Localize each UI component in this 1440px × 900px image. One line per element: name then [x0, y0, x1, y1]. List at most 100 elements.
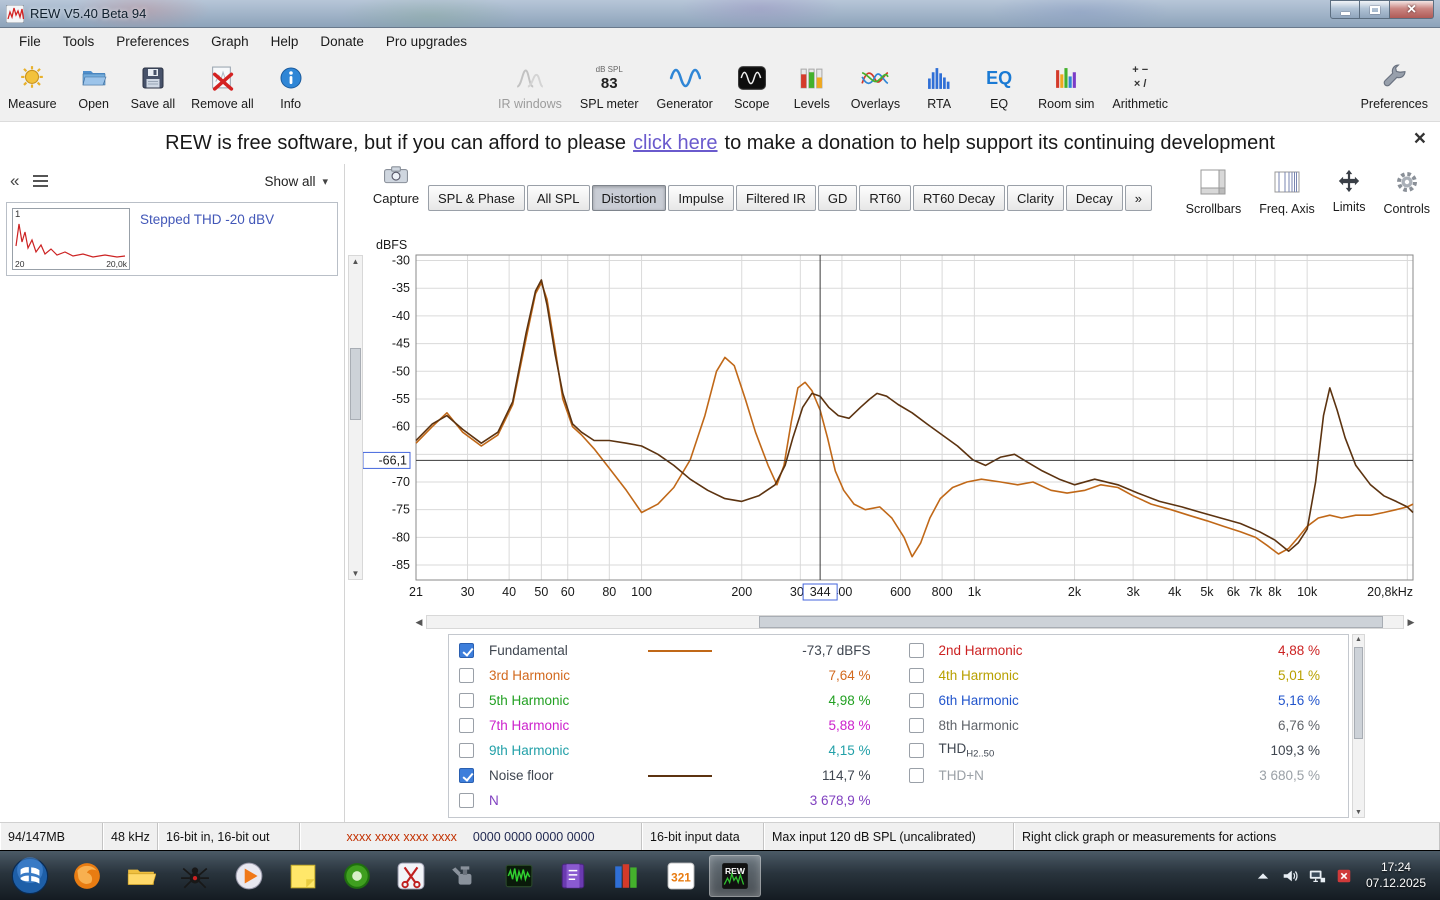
- y-scroll-thumb[interactable]: [350, 348, 361, 420]
- tab-rt60-decay[interactable]: RT60 Decay: [912, 185, 1005, 211]
- legend-7th-harmonic-checkbox[interactable]: [459, 718, 474, 733]
- tab-impulse[interactable]: Impulse: [668, 185, 734, 211]
- distortion-chart[interactable]: -30 -35 -40 -45 -50 -55 -60 -70 -75 -80 -85 21 30 40 5…: [360, 237, 1420, 609]
- legend-6th-harmonic-checkbox[interactable]: [908, 693, 924, 708]
- show-all-dropdown[interactable]: Show all ▾: [264, 174, 328, 189]
- toolbar-generator-button[interactable]: Generator: [657, 62, 713, 111]
- taskbar-sticky-notes-button[interactable]: [277, 855, 329, 897]
- legend-n-checkbox[interactable]: [459, 793, 474, 808]
- toolbar-overlays-button[interactable]: Overlays: [851, 62, 900, 111]
- svg-text:-85: -85: [392, 558, 410, 572]
- legend-3rd-harmonic-checkbox[interactable]: [459, 668, 474, 683]
- x-scroll-thumb[interactable]: [758, 616, 1384, 628]
- close-button[interactable]: ×: [1390, 0, 1434, 19]
- measurement-item[interactable]: 1 20 20,0k Stepped THD -20 dBV: [6, 202, 338, 276]
- volume-icon[interactable]: [1281, 867, 1299, 885]
- toolbar-levels-button[interactable]: Levels: [791, 62, 833, 111]
- tab-gd[interactable]: GD: [817, 185, 858, 211]
- toolbar-rta-button[interactable]: RTA: [918, 62, 960, 111]
- hamburger-menu-icon[interactable]: [33, 175, 49, 187]
- scroll-up-icon[interactable]: ▲: [349, 257, 362, 266]
- toolbar-freq-axis-button[interactable]: Freq. Axis: [1259, 169, 1315, 216]
- capture-button[interactable]: Capture: [366, 166, 426, 206]
- tab-distortion[interactable]: Distortion: [591, 185, 667, 211]
- toolbar-eq-button[interactable]: EQ EQ: [978, 62, 1020, 112]
- menu-preferences[interactable]: Preferences: [105, 28, 200, 56]
- tab-decay[interactable]: Decay: [1065, 185, 1123, 211]
- taskbar-spider-button[interactable]: [169, 855, 221, 897]
- legend-thd-n-checkbox[interactable]: [908, 768, 924, 783]
- menu-pro-upgrades[interactable]: Pro upgrades: [375, 28, 478, 56]
- scroll-down-icon[interactable]: ▼: [349, 569, 362, 578]
- taskbar-rew-button[interactable]: REW: [709, 854, 761, 897]
- legend-8th-harmonic-checkbox[interactable]: [908, 718, 924, 733]
- taskbar-clock[interactable]: 17:24 07.12.2025: [1366, 860, 1426, 891]
- taskbar-media-player-button[interactable]: [223, 855, 275, 897]
- tab-clarity[interactable]: Clarity: [1007, 185, 1064, 211]
- toolbar-limits-button[interactable]: Limits: [1333, 169, 1365, 216]
- taskbar-explorer-button[interactable]: [115, 855, 167, 897]
- toolbar-remove-all-button[interactable]: Remove all: [191, 62, 254, 111]
- x-axis-scrollbar[interactable]: ◀ ▶: [412, 614, 1418, 630]
- toolbar-arithmetic-button[interactable]: + − × / Arithmetic: [1112, 62, 1168, 111]
- legend-scroll-thumb[interactable]: [1354, 647, 1363, 739]
- hidden-icons-icon[interactable]: [1254, 867, 1272, 885]
- start-button[interactable]: [10, 856, 50, 896]
- tab-all-spl[interactable]: All SPL: [526, 185, 590, 211]
- y-axis-scrollbar[interactable]: ▲ ▼: [348, 255, 363, 580]
- svg-text:60: 60: [561, 585, 575, 599]
- alert-icon[interactable]: [1335, 867, 1353, 885]
- legend-scrollbar[interactable]: ▲ ▼: [1352, 634, 1365, 818]
- toolbar-spl-meter-button[interactable]: dB SPL 83 SPL meter: [580, 62, 639, 111]
- legend-8th-harmonic-value: 6,76 %: [1277, 718, 1320, 733]
- toolbar-scope-button[interactable]: Scope: [731, 62, 773, 111]
- taskbar-purple-notes-button[interactable]: [547, 855, 599, 897]
- legend-row-4th-harmonic: 4th Harmonic 5,01 %: [899, 663, 1349, 688]
- tabs-overflow-button[interactable]: »: [1124, 185, 1152, 211]
- x-scroll-track[interactable]: [426, 615, 1404, 629]
- menu-graph[interactable]: Graph: [200, 28, 260, 56]
- tab-filtered-ir[interactable]: Filtered IR: [735, 185, 816, 211]
- menu-file[interactable]: File: [8, 28, 52, 56]
- legend-scroll-down-icon[interactable]: ▼: [1353, 809, 1364, 816]
- toolbar-measure-button[interactable]: Measure: [8, 62, 57, 111]
- menu-help[interactable]: Help: [260, 28, 310, 56]
- taskbar-books-button[interactable]: [601, 855, 653, 897]
- legend-thd-checkbox[interactable]: [908, 743, 924, 758]
- taskbar-waveform-button[interactable]: [493, 855, 545, 897]
- banner-close-icon[interactable]: ×: [1414, 127, 1426, 151]
- menu-donate[interactable]: Donate: [309, 28, 375, 56]
- taskbar-green-orb-button[interactable]: [331, 855, 383, 897]
- toolbar-open-button[interactable]: Open: [73, 62, 115, 111]
- tab-rt60[interactable]: RT60: [859, 185, 911, 211]
- measurement-panel-header: « Show all ▾: [0, 164, 344, 198]
- donation-link[interactable]: click here: [633, 132, 717, 155]
- toolbar-room-sim-button[interactable]: Room sim: [1038, 62, 1094, 111]
- legend-fundamental-checkbox[interactable]: [459, 643, 474, 658]
- toolbar-save-all-button[interactable]: Save all: [131, 62, 175, 111]
- scroll-right-icon[interactable]: ▶: [1404, 617, 1418, 628]
- legend-9th-harmonic-checkbox[interactable]: [459, 743, 474, 758]
- minimize-button[interactable]: [1330, 0, 1360, 19]
- tab-spl-phase[interactable]: SPL & Phase: [428, 185, 525, 211]
- legend-4th-harmonic-checkbox[interactable]: [908, 668, 924, 683]
- collapse-panel-button[interactable]: «: [10, 171, 19, 191]
- legend-scroll-up-icon[interactable]: ▲: [1353, 636, 1364, 643]
- maximize-button[interactable]: [1360, 0, 1390, 19]
- toolbar-ir-windows-button[interactable]: IR windows: [498, 62, 562, 111]
- legend-2nd-harmonic-checkbox[interactable]: [908, 643, 924, 658]
- menu-tools[interactable]: Tools: [52, 28, 106, 56]
- taskbar-firefox-button[interactable]: [61, 855, 113, 897]
- toolbar-scrollbars-button[interactable]: Scrollbars: [1186, 169, 1241, 216]
- toolbar-info-button[interactable]: Info: [270, 62, 312, 111]
- taskbar-oil-can-button[interactable]: [439, 855, 491, 897]
- toolbar-controls-button[interactable]: Controls: [1383, 169, 1430, 216]
- scroll-left-icon[interactable]: ◀: [412, 617, 426, 628]
- legend-5th-harmonic-checkbox[interactable]: [459, 693, 474, 708]
- toolbar-preferences-button[interactable]: Preferences: [1361, 62, 1428, 111]
- svg-text:50: 50: [534, 585, 548, 599]
- taskbar-app-321-button[interactable]: 321: [655, 855, 707, 897]
- legend-noise-floor-checkbox[interactable]: [459, 768, 474, 783]
- taskbar-snipping-tool-button[interactable]: [385, 855, 437, 897]
- display-icon[interactable]: [1308, 867, 1326, 885]
